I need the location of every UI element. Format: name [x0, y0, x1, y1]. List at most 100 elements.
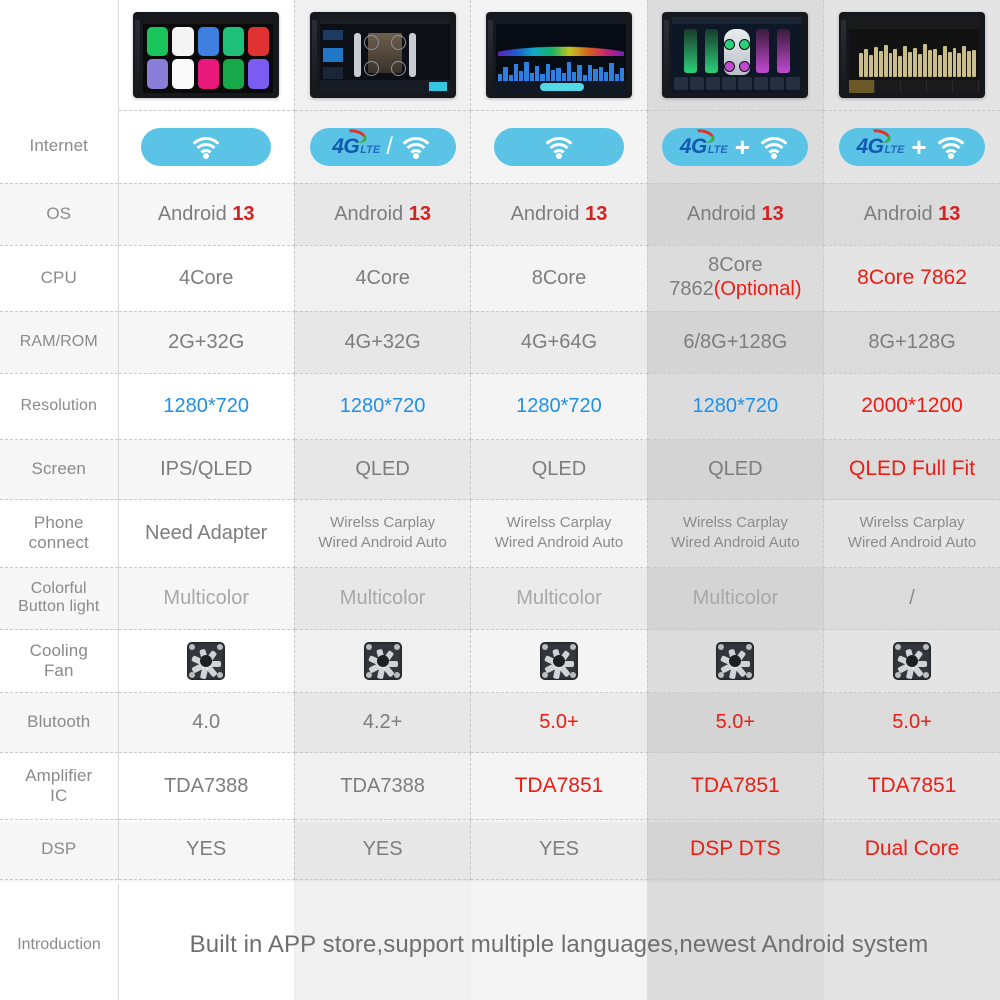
os-text-4: Android — [686, 203, 762, 225]
phone-connect-label-line2: connect — [28, 533, 89, 552]
product-thumbnail-4 — [647, 0, 825, 111]
row-label-screen: Screen — [0, 439, 119, 500]
product-thumbnail-3 — [470, 0, 648, 111]
ram-value-1: 2G+32G — [118, 311, 295, 374]
resolution-value-2: 1280*720 — [294, 373, 472, 440]
cpu-value-4-optional: (Optional) — [713, 278, 802, 300]
os-value-1: Android 13 — [118, 183, 295, 246]
phone-connect-label-line1: Phone — [33, 513, 84, 533]
row-label-ram-rom: RAM/ROM — [0, 311, 119, 374]
os-text-1: Android — [157, 203, 233, 225]
bluetooth-value-5: 5.0+ — [823, 692, 1000, 753]
cooling-fan-label-line2: Fan — [43, 660, 74, 680]
screen-value-2: QLED — [294, 439, 472, 500]
amplifier-label-line2: IC — [50, 785, 68, 805]
wifi-icon — [754, 135, 793, 159]
lte-slash-wifi-badge: 4G LTE / — [309, 126, 456, 166]
cooling-fan-icon — [539, 641, 578, 680]
4g-lte-icon: 4G LTE — [680, 126, 728, 157]
row-label-internet: Internet — [0, 110, 119, 184]
button-light-value-1: Multicolor — [118, 567, 295, 630]
os-version-2: 13 — [408, 203, 431, 225]
screen-value-5: QLED Full Fit — [823, 439, 1000, 500]
pc-3-line1: Wirelss Carplay — [506, 513, 612, 531]
cpu-value-4-line2: 7862 — [669, 278, 714, 300]
cpu-value-1: 4Core — [118, 245, 295, 312]
os-text-3: Android — [510, 203, 586, 225]
dsp-value-4: DSP DTS — [647, 819, 825, 880]
phone-connect-value-1: Need Adapter — [118, 499, 295, 568]
4g-lte-icon: 4G LTE — [332, 126, 380, 157]
amplifier-value-5: TDA7851 — [823, 752, 1000, 820]
row-label-button-light: Colorful Button light — [0, 567, 119, 630]
table-row-screen: Screen IPS/QLED QLED QLED QLED QLED Full… — [0, 439, 1000, 500]
os-value-4: Android 13 — [647, 183, 825, 246]
dsp-value-5: Dual Core — [823, 819, 1000, 880]
row-label-phone-connect: Phone connect — [0, 499, 119, 568]
internet-value-5: 4G LTE + — [823, 110, 1000, 184]
button-light-label-line1: Colorful — [30, 579, 87, 597]
introduction-text: Built in APP store,support multiple lang… — [189, 931, 929, 958]
dsp-value-3: YES — [470, 819, 648, 880]
table-row-cooling-fan: Cooling Fan — [0, 629, 1000, 693]
table-row-resolution: Resolution 1280*720 1280*720 1280*720 12… — [0, 373, 1000, 440]
badge-separator: + — [911, 131, 927, 162]
row-label-dsp: DSP — [0, 819, 119, 880]
table-row-phone-connect: Phone connect Need Adapter Wirelss Carpl… — [0, 499, 1000, 568]
row-label-cooling-fan: Cooling Fan — [0, 629, 119, 693]
pc-3-line2: Wired Android Auto — [494, 534, 624, 551]
internet-value-3 — [470, 110, 648, 184]
badge-separator: / — [386, 132, 393, 160]
lte-plus-wifi-badge-4: 4G LTE + — [662, 126, 809, 166]
os-value-5: Android 13 — [823, 183, 1000, 246]
phone-connect-value-3: Wirelss Carplay Wired Android Auto — [470, 499, 648, 568]
row-label-os: OS — [0, 183, 119, 246]
os-text-5: Android — [863, 203, 939, 225]
table-row-internet: Internet 4G LTE / 4G LTE + 4G LTE + — [0, 110, 1000, 184]
product-thumbnail-1 — [118, 0, 295, 111]
screen-value-4: QLED — [647, 439, 825, 500]
cooling-fan-value-4 — [647, 629, 825, 693]
ram-value-3: 4G+64G — [470, 311, 648, 374]
pc-4-line2: Wired Android Auto — [671, 534, 800, 551]
wifi-icon — [396, 135, 435, 159]
resolution-value-1: 1280*720 — [118, 373, 295, 440]
bluetooth-value-4: 5.0+ — [647, 692, 825, 753]
wifi-icon — [931, 135, 970, 159]
table-row-amplifier-ic: Amplifier IC TDA7388 TDA7388 TDA7851 TDA… — [0, 752, 1000, 820]
amplifier-label-line1: Amplifier — [25, 765, 93, 785]
table-row-dsp: DSP YES YES YES DSP DTS Dual Core — [0, 819, 1000, 880]
amplifier-value-1: TDA7388 — [118, 752, 295, 820]
cpu-value-5: 8Core 7862 — [823, 245, 1000, 312]
resolution-value-4: 1280*720 — [647, 373, 825, 440]
row-label-thumbnails — [0, 0, 119, 110]
os-version-3: 13 — [585, 203, 608, 225]
screen-value-1: IPS/QLED — [118, 439, 295, 500]
cooling-fan-value-1 — [118, 629, 295, 693]
introduction-label: Introduction — [17, 936, 101, 953]
lte-plus-wifi-badge-5: 4G LTE + — [839, 126, 986, 166]
os-version-4: 13 — [761, 203, 784, 225]
cooling-fan-icon — [363, 641, 402, 680]
cooling-fan-value-3 — [470, 629, 648, 693]
ram-value-4: 6/8G+128G — [647, 311, 825, 374]
button-light-value-3: Multicolor — [470, 567, 648, 630]
cooling-fan-value-5 — [823, 629, 1000, 693]
phone-connect-value-5: Wirelss Carplay Wired Android Auto — [823, 499, 1000, 568]
table-row-cpu: CPU 4Core 4Core 8Core 8Core 7862(Optiona… — [0, 245, 1000, 312]
ram-value-5: 8G+128G — [823, 311, 1000, 374]
bluetooth-value-3: 5.0+ — [470, 692, 648, 753]
amplifier-value-3: TDA7851 — [470, 752, 648, 820]
cpu-value-4: 8Core 7862(Optional) — [647, 245, 825, 312]
row-label-resolution: Resolution — [0, 373, 119, 440]
cpu-value-3: 8Core — [470, 245, 648, 312]
bluetooth-value-1: 4.0 — [118, 692, 295, 753]
badge-separator: + — [734, 131, 750, 162]
comparison-grid: Internet 4G LTE / 4G LTE + 4G LTE + OS A… — [0, 0, 1000, 880]
internet-value-2: 4G LTE / — [294, 110, 472, 184]
wifi-icon — [187, 135, 226, 159]
wifi-badge-1 — [141, 127, 272, 166]
cpu-value-2: 4Core — [294, 245, 472, 312]
os-version-5: 13 — [938, 203, 961, 225]
button-light-value-5: / — [823, 567, 1000, 630]
